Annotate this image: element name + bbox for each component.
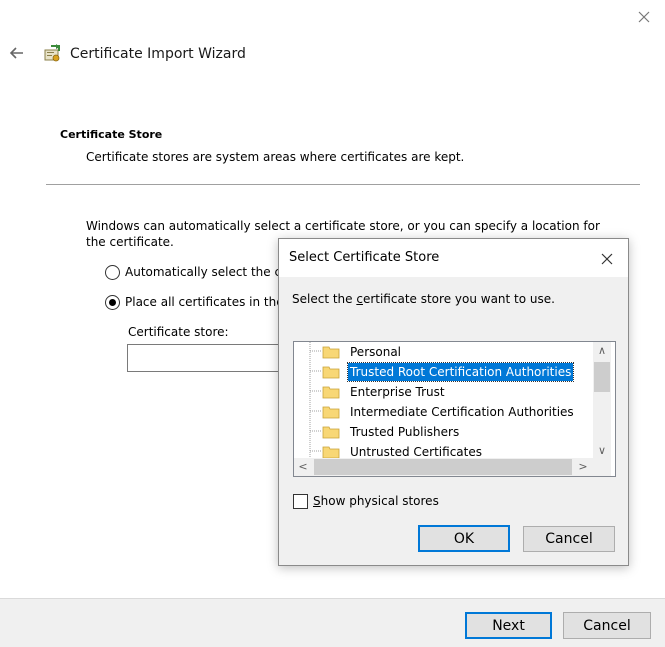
folder-icon: [322, 386, 340, 399]
horizontal-scroll-thumb[interactable]: [314, 459, 572, 475]
store-label[interactable]: Intermediate Certification Authorities: [348, 403, 576, 421]
section-title: Certificate Store: [60, 128, 163, 141]
wizard-close-button[interactable]: [631, 6, 657, 30]
wizard-cancel-button[interactable]: Cancel: [563, 612, 651, 639]
dialog-cancel-button[interactable]: Cancel: [523, 526, 615, 552]
next-button[interactable]: Next: [465, 612, 552, 639]
certificate-store-field[interactable]: [127, 344, 287, 372]
back-button[interactable]: [6, 42, 28, 64]
folder-icon: [322, 426, 340, 439]
store-item[interactable]: Intermediate Certification Authorities: [322, 402, 592, 422]
radio-place-all[interactable]: [105, 295, 120, 310]
wizard-title: Certificate Import Wizard: [70, 46, 246, 62]
vertical-scroll-thumb[interactable]: [594, 362, 610, 392]
store-tree[interactable]: Personal Trusted Root Certification Auth…: [293, 341, 616, 477]
store-label[interactable]: Trusted Root Certification Authorities: [346, 362, 575, 382]
header-divider: [46, 184, 640, 185]
folder-icon: [322, 366, 340, 379]
radio-auto-select[interactable]: [105, 265, 120, 280]
scroll-left-icon[interactable]: <: [294, 458, 312, 476]
close-icon: [601, 253, 613, 265]
store-label[interactable]: Personal: [348, 343, 403, 361]
folder-icon: [322, 406, 340, 419]
store-label[interactable]: Trusted Publishers: [348, 423, 461, 441]
scrollbar-corner: [593, 458, 611, 476]
store-item[interactable]: Enterprise Trust: [322, 382, 592, 402]
section-description: Certificate stores are system areas wher…: [86, 150, 465, 164]
scroll-up-icon[interactable]: ∧: [593, 342, 611, 360]
certificate-icon: [42, 43, 64, 65]
vertical-scrollbar[interactable]: ∧ ∨: [593, 342, 611, 460]
store-item[interactable]: Trusted Publishers: [322, 422, 592, 442]
folder-icon: [322, 446, 340, 459]
store-item-selected[interactable]: Trusted Root Certification Authorities: [322, 362, 592, 382]
dialog-title: Select Certificate Store: [289, 250, 440, 265]
scroll-right-icon[interactable]: >: [574, 458, 592, 476]
close-icon: [638, 11, 650, 23]
show-physical-stores-checkbox[interactable]: [293, 494, 308, 509]
show-physical-stores-label[interactable]: Show physical stores: [313, 494, 439, 508]
folder-icon: [322, 346, 340, 359]
wizard-footer: Next Cancel: [0, 598, 665, 647]
dialog-close-button[interactable]: [597, 249, 617, 269]
horizontal-scrollbar[interactable]: < >: [294, 458, 593, 476]
radio-auto-select-label[interactable]: Automatically select the c: [125, 265, 281, 279]
dialog-titlebar: Select Certificate Store: [279, 239, 628, 277]
back-arrow-icon: [9, 47, 23, 59]
radio-place-all-label[interactable]: Place all certificates in the: [125, 295, 284, 309]
store-item[interactable]: Personal: [322, 342, 592, 362]
certificate-store-label: Certificate store:: [128, 325, 229, 339]
select-certificate-store-dialog: Select Certificate Store Select the cert…: [278, 238, 629, 566]
store-label[interactable]: Enterprise Trust: [348, 383, 447, 401]
dialog-prompt: Select the certificate store you want to…: [292, 292, 555, 306]
ok-button[interactable]: OK: [418, 525, 510, 552]
